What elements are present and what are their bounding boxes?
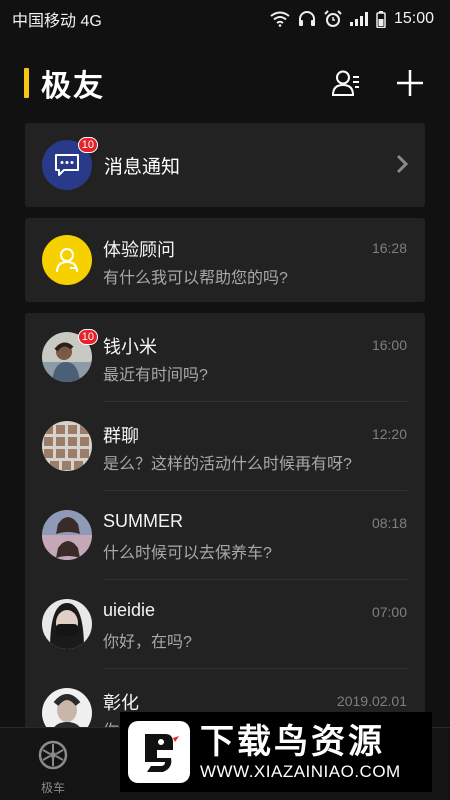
chat-list: 10 钱小米 最近有时间吗? 16:00 群聊 是么？这样的活动什么时候再有呀?…: [25, 313, 425, 733]
wifi-icon: [270, 11, 290, 27]
status-time: 15:00: [393, 10, 434, 27]
nav-item-car[interactable]: 极车: [30, 740, 76, 796]
message-time: 16:00: [371, 337, 407, 353]
advisor-avatar: [42, 235, 92, 285]
avatar: [42, 510, 92, 560]
watermark-url: WWW.XIAZAINIAO.COM: [200, 762, 401, 781]
bird-logo-icon: [128, 721, 190, 783]
chat-bubble-icon: [55, 154, 79, 176]
message-time: 08:18: [371, 515, 407, 531]
battery-icon: [376, 10, 386, 28]
contact-name: 群聊: [103, 426, 139, 446]
notification-avatar: 10: [42, 137, 98, 190]
contacts-button[interactable]: [330, 66, 362, 100]
add-button[interactable]: [394, 66, 426, 100]
message-preview: 有什么我可以帮助您的吗?: [103, 270, 288, 287]
chat-row[interactable]: SUMMER 什么时候可以去保养车? 08:18: [25, 491, 425, 580]
carrier-label: 中国移动 4G: [12, 13, 102, 30]
alarm-icon: [324, 10, 342, 27]
nav-label: 极车: [40, 781, 65, 795]
status-icons: 15:00: [270, 10, 434, 28]
user-icon: [56, 248, 78, 273]
contacts-icon: [331, 70, 359, 96]
contact-name: SUMMER: [103, 511, 183, 531]
unread-badge: 10: [77, 137, 98, 153]
plus-icon: [397, 70, 423, 96]
chat-row[interactable]: uieidie 你好，在吗? 07:00: [25, 580, 425, 669]
message-preview: 最近有时间吗?: [103, 367, 208, 384]
notification-card[interactable]: 10 消息通知: [25, 123, 425, 207]
headphones-icon: [298, 11, 315, 26]
message-time: 2019.02.01: [336, 693, 407, 709]
message-preview: 什么时候可以去保养车?: [103, 545, 272, 562]
message-preview: 是么？这样的活动什么时候再有呀?: [103, 456, 352, 473]
chat-row[interactable]: 10 钱小米 最近有时间吗? 16:00: [25, 313, 425, 402]
notification-label: 消息通知: [104, 156, 181, 178]
watermark-title: 下载鸟资源: [200, 723, 385, 761]
page-header: 极友: [0, 58, 450, 108]
message-time: 07:00: [371, 604, 407, 620]
chevron-right-icon: [396, 154, 409, 174]
contact-name: uieidie: [103, 600, 156, 620]
signal-icon: [349, 12, 368, 26]
watermark-banner: 下载鸟资源 WWW.XIAZAINIAO.COM: [120, 712, 432, 792]
contact-name: 体验顾问: [103, 240, 175, 260]
message-time: 12:20: [371, 426, 407, 442]
advisor-chat-card[interactable]: 体验顾问 有什么我可以帮助您的吗? 16:28: [25, 218, 425, 302]
group-avatar: [42, 421, 92, 471]
message-preview: 你好，在吗?: [103, 634, 192, 651]
message-time: 16:28: [371, 240, 407, 256]
wheel-icon: [38, 740, 68, 770]
avatar: [42, 599, 92, 649]
status-bar: 中国移动 4G 15:00: [0, 0, 450, 38]
chat-row[interactable]: 群聊 是么？这样的活动什么时候再有呀? 12:20: [25, 402, 425, 491]
avatar: 10: [42, 329, 98, 382]
header-actions: [330, 66, 426, 100]
contact-name: 钱小米: [103, 337, 157, 357]
title-accent-bar: [24, 68, 29, 98]
page-title: 极友: [41, 70, 105, 103]
unread-badge: 10: [77, 329, 98, 345]
